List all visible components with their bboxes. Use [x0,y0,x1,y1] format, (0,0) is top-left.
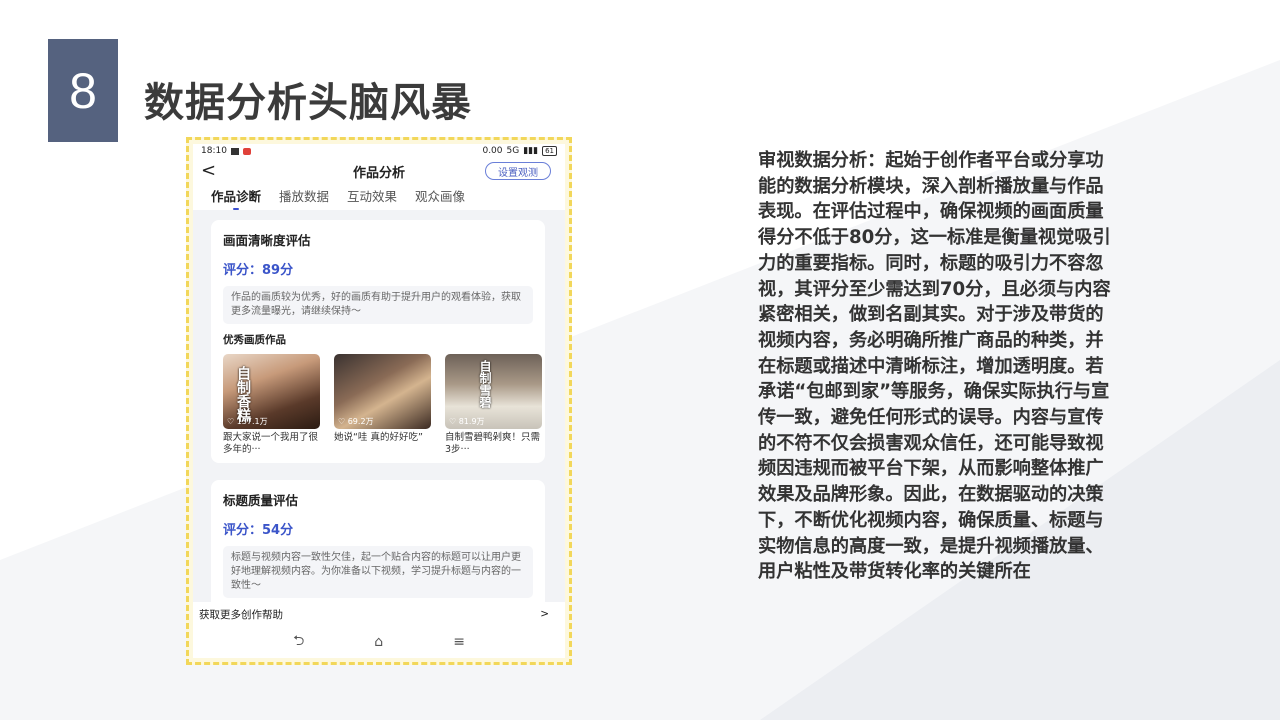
help-label: 获取更多创作帮助 [199,608,283,621]
tab-interaction[interactable]: 互动效果 [347,186,397,205]
settings-observe-button[interactable]: 设置观测 [485,162,551,180]
quality-section-title: 优秀画质作品 [223,334,286,346]
status-time: 18:10 [201,146,227,156]
system-navigation: ⮌ ⌂ ≡ [193,626,565,658]
notification-icon [230,147,239,155]
back-nav-icon[interactable]: ⮌ [293,630,304,654]
battery-icon: 61 [542,146,557,156]
video-thumbnail[interactable]: 自制雪碧 ♡ 81.9万 [445,354,542,429]
title-card: 标题质量评估 评分：54分 标题与视频内容一致性欠佳，起一个贴合内容的标题可以让… [211,480,545,620]
tab-diagnosis[interactable]: 作品诊断 [211,186,261,210]
home-icon[interactable]: ⌂ [374,634,383,650]
video-thumbnail[interactable]: ♡ 69.2万 [334,354,431,429]
quality-desc: 作品的画质较为优秀，好的画质有助于提升用户的观看体验，获取更多流量曝光，请继续保… [223,286,533,324]
tab-bar: 作品诊断 播放数据 互动效果 观众画像 [193,184,565,210]
signal-icon: ▮▮▮ [523,146,539,156]
tab-play-data[interactable]: 播放数据 [279,186,329,205]
quality-card: 画面清晰度评估 评分：89分 作品的画质较为优秀，好的画质有助于提升用户的观看体… [211,220,545,463]
title-desc: 标题与视频内容一致性欠佳，起一个贴合内容的标题可以让用户更好地理解视频内容。为你… [223,546,533,598]
video-caption: 她说“哇 真的好好吃” [334,432,423,443]
body-paragraph: 审视数据分析：起始于创作者平台或分享功能的数据分析模块，深入剖析播放量与作品表现… [758,150,1111,583]
menu-icon[interactable]: ≡ [453,634,465,650]
like-count: ♡ 137.1万 [227,417,268,426]
slide-title: 数据分析头脑风暴 [144,80,472,126]
app-notification-icon [242,147,251,155]
video-caption: 自制雪碧鸭剁爽！只需3步··· [445,432,541,455]
tab-audience[interactable]: 观众画像 [415,186,465,205]
chevron-right-icon: > [540,608,549,620]
thumbnail-overlay-text: 自制香糕 [235,366,251,422]
video-list: 自制香糕 ♡ 137.1万 跟大家说一个我用了很多年的··· ♡ 69.2万 她… [223,354,542,456]
section-number-badge: 8 [48,39,118,142]
back-icon[interactable]: < [201,160,216,181]
thumbnail-overlay-text: 自制雪碧 [478,360,492,408]
list-item[interactable]: 自制雪碧 ♡ 81.9万 自制雪碧鸭剁爽！只需3步··· [445,354,542,456]
signal-label: 5G [506,146,520,156]
app-header: < 作品分析 设置观测 [193,158,565,184]
title-score: 评分：54分 [223,523,294,538]
list-item[interactable]: ♡ 69.2万 她说“哇 真的好好吃” [334,354,431,456]
video-thumbnail[interactable]: 自制香糕 ♡ 137.1万 [223,354,320,429]
quality-score: 评分：89分 [223,263,294,278]
page-title: 作品分析 [352,165,405,181]
network-speed: 0.00 [482,146,503,156]
screenshot-frame: 18:10 0.00 5G ▮▮▮ 61 < 作品分析 设置观测 作品诊断 播放… [186,137,572,665]
list-item[interactable]: 自制香糕 ♡ 137.1万 跟大家说一个我用了很多年的··· [223,354,320,456]
like-count: ♡ 69.2万 [338,417,374,426]
video-caption: 跟大家说一个我用了很多年的··· [223,432,319,455]
phone-screenshot: 18:10 0.00 5G ▮▮▮ 61 < 作品分析 设置观测 作品诊断 播放… [193,144,565,658]
status-bar: 18:10 0.00 5G ▮▮▮ 61 [193,144,565,158]
help-bar[interactable]: 获取更多创作帮助 > [193,602,565,626]
title-card-title: 标题质量评估 [223,493,299,508]
like-count: ♡ 81.9万 [449,417,485,426]
quality-card-title: 画面清晰度评估 [223,233,311,248]
